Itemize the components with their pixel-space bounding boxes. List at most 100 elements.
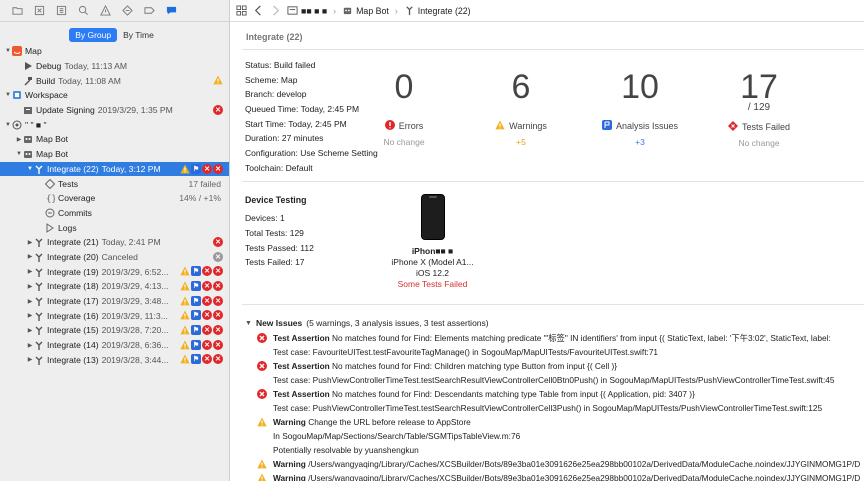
- tree-row[interactable]: ▶ Integrate (13) 2019/3/28, 3:44... ⚑ ✕ ✕: [0, 352, 229, 367]
- warning-issue[interactable]: Warning Change the URL before release to…: [245, 415, 864, 457]
- integrate-icon: [34, 237, 44, 248]
- warning-icon[interactable]: [100, 5, 111, 16]
- error-icon: [257, 361, 267, 375]
- test-assertion-issue[interactable]: Test Assertion No matches found for Find…: [245, 359, 864, 387]
- search-icon[interactable]: [78, 5, 89, 16]
- by-group-button[interactable]: By Group: [69, 28, 118, 42]
- device-testing-line: Tests Passed: 112: [245, 242, 314, 253]
- back-arrow-icon[interactable]: [253, 5, 264, 16]
- status-badges: ⚑ ✕ ✕: [180, 354, 223, 365]
- tree-row[interactable]: ▶ Integrate (20) Canceled ✕: [0, 250, 229, 265]
- disclosure-open-icon[interactable]: ▼: [4, 47, 12, 55]
- stat-analysis-issues[interactable]: 10 Analysis Issues +3: [595, 68, 685, 147]
- disclosure-closed-icon[interactable]: ▶: [26, 356, 34, 364]
- tree-row[interactable]: Logs: [0, 220, 229, 235]
- disclosure-closed-icon[interactable]: ▶: [26, 326, 34, 334]
- report-navigator: By Group By Time ▼ Map Debug Today, 11:13 A…: [0, 0, 230, 481]
- tree-row[interactable]: ▼ Map Bot: [0, 147, 229, 162]
- stat-warnings[interactable]: 6 Warnings +5: [476, 68, 566, 147]
- disclosure-closed-icon[interactable]: ▶: [26, 312, 34, 320]
- by-time-button[interactable]: By Time: [117, 28, 160, 42]
- status-badges: ⚑ ✕ ✕: [180, 266, 223, 277]
- disclosure-open-icon[interactable]: ▼: [26, 165, 34, 173]
- disclosure-closed-icon[interactable]: ▶: [26, 282, 34, 290]
- tree-row[interactable]: ▶ Map Bot: [0, 132, 229, 147]
- disclosure-open-icon[interactable]: ▼: [4, 121, 12, 129]
- tree-row[interactable]: Tests 17 failed: [0, 176, 229, 191]
- disclosure-closed-icon[interactable]: ▶: [26, 253, 34, 261]
- stat-total: / 129: [747, 102, 771, 113]
- tree-row[interactable]: Debug Today, 11:13 AM: [0, 59, 229, 74]
- disclosure-open-icon[interactable]: ▼: [15, 150, 23, 158]
- tree-row[interactable]: {}Coverage 14% / +1%: [0, 191, 229, 206]
- stat-errors[interactable]: 0 Errors No change: [359, 68, 449, 147]
- test-assertion-issue[interactable]: Test Assertion No matches found for Find…: [245, 387, 864, 415]
- analysis-badge-icon: ⚑: [191, 310, 201, 321]
- breadcrumb-bot[interactable]: Map Bot: [342, 5, 389, 16]
- folder-icon[interactable]: [12, 5, 23, 16]
- device-status: Some Tests Failed: [397, 279, 468, 289]
- tree-row[interactable]: Commits: [0, 206, 229, 221]
- disclosure-closed-icon[interactable]: ▶: [26, 341, 34, 349]
- workspace-icon: [12, 90, 22, 100]
- tree-row[interactable]: Update Signing 2019/3/29, 1:35 PM ✕: [0, 103, 229, 118]
- test-assertion-issue[interactable]: Test Assertion No matches found for Find…: [245, 331, 864, 359]
- tree-row-label: Integrate (19): [47, 266, 99, 277]
- disclosure-open-icon[interactable]: ▼: [245, 320, 252, 327]
- tree-row[interactable]: ▼ Workspace: [0, 88, 229, 103]
- tree-row[interactable]: ▶ Integrate (21) Today, 2:41 PM ✕: [0, 235, 229, 250]
- integrate-icon: [34, 267, 44, 277]
- tree-row[interactable]: ▶ Integrate (19) 2019/3/29, 6:52... ⚑ ✕ ✕: [0, 264, 229, 279]
- analysis-badge-icon: ⚑: [191, 339, 201, 350]
- hierarchy-icon[interactable]: [56, 5, 67, 16]
- speech-bubble-icon[interactable]: [166, 5, 177, 16]
- tree-row-label: Integrate (18): [47, 281, 99, 292]
- device-name: iPhon■■ ■: [411, 246, 454, 256]
- disclosure-open-icon[interactable]: ▼: [4, 91, 12, 99]
- breadcrumb-server[interactable]: ■■ ■ ■: [287, 5, 327, 16]
- test-diamond-icon[interactable]: [122, 5, 133, 16]
- tree-row-selected[interactable]: ▼ Integrate (22) Today, 3:12 PM ⚑ ✕ ✕: [0, 161, 229, 177]
- disclosure-closed-icon[interactable]: ▶: [15, 135, 23, 143]
- status-badges: [213, 75, 223, 85]
- tree-row-meta: 2019/3/28, 3:44...: [101, 354, 169, 365]
- warning-issue[interactable]: Warning /Users/wangyaqing/Library/Caches…: [245, 457, 864, 471]
- tree-row[interactable]: ▼ Map: [0, 44, 229, 59]
- tree-row-label: Integrate (17): [47, 296, 99, 307]
- summary-line: Configuration: Use Scheme Setting: [245, 148, 378, 159]
- tree-row-label: Map: [25, 46, 42, 57]
- tree-row[interactable]: Build Today, 11:08 AM: [0, 73, 229, 88]
- tree-row-label: " " ■ ": [25, 119, 47, 130]
- tree-row[interactable]: ▶ Integrate (16) 2019/3/29, 11:3... ⚑ ✕ ✕: [0, 308, 229, 323]
- error-badge-icon: ✕: [202, 339, 212, 350]
- tree-row[interactable]: ▶ Integrate (17) 2019/3/29, 3:48... ⚑ ✕ ✕: [0, 294, 229, 309]
- stat-tests-failed[interactable]: 17/ 129 Tests Failed No change: [714, 68, 804, 148]
- tree-row-label: Update Signing: [36, 105, 95, 116]
- grid-icon[interactable]: [236, 5, 247, 16]
- warning-badge-icon: [213, 75, 223, 85]
- disclosure-closed-icon[interactable]: ▶: [26, 268, 34, 276]
- tree-row[interactable]: ▶ Integrate (15) 2019/3/28, 7:20... ⚑ ✕ ✕: [0, 323, 229, 338]
- issue-title-line: Test Assertion No matches found for Find…: [273, 331, 864, 345]
- analysis-badge-icon: ⚑: [191, 266, 201, 277]
- new-issues-header[interactable]: ▼ New Issues (5 warnings, 3 analysis iss…: [245, 317, 864, 329]
- tree-row[interactable]: ▼ " " ■ ": [0, 117, 229, 132]
- issue-type: Warning: [273, 473, 306, 481]
- tree-row[interactable]: ▶ Integrate (18) 2019/3/29, 4:13... ⚑ ✕ ✕: [0, 279, 229, 294]
- breakpoint-tag-icon[interactable]: [144, 5, 155, 16]
- device-card[interactable]: iPhon■■ ■ iPhone X (Model A1... iOS 12.2…: [385, 192, 480, 290]
- close-box-icon[interactable]: [34, 5, 45, 16]
- forward-arrow-icon[interactable]: [270, 5, 281, 16]
- report-tree: ▼ Map Debug Today, 11:13 AM Build Today, 11:0…: [0, 44, 229, 367]
- tree-row[interactable]: ▶ Integrate (14) 2019/3/28, 6:36... ⚑ ✕ ✕: [0, 338, 229, 353]
- breadcrumb-integration[interactable]: Integrate (22): [404, 5, 471, 16]
- disclosure-closed-icon[interactable]: ▶: [26, 238, 34, 246]
- warning-issue[interactable]: Warning /Users/wangyaqing/Library/Caches…: [245, 471, 864, 481]
- server-icon: [287, 5, 298, 16]
- integrate-icon: [34, 164, 44, 174]
- braces-icon: {}: [45, 193, 55, 204]
- disclosure-closed-icon[interactable]: ▶: [26, 297, 34, 305]
- issue-list: Test Assertion No matches found for Find…: [245, 331, 864, 481]
